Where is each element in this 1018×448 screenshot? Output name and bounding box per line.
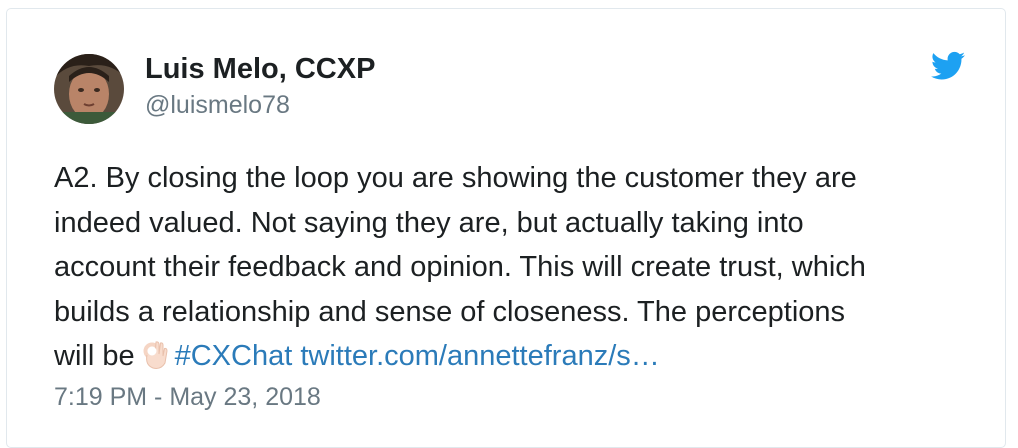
tweet-line: account their feedback and opinion. This… [54, 251, 866, 283]
tweet-line: builds a relationship and sense of close… [54, 295, 846, 328]
ok-hand-emoji-icon [143, 341, 168, 369]
hashtag-link[interactable]: #CXChat [175, 340, 293, 372]
tweet-card: Luis Melo, CCXP @luismelo78 A2. By closi… [6, 8, 1006, 448]
tweet-line-last: will be #CXChat twitter.com/annettefranz… [54, 334, 984, 379]
tweet-line: indeed valued. Not saying they are, but … [54, 206, 804, 239]
twitter-bird-icon[interactable] [931, 51, 965, 81]
avatar[interactable] [54, 54, 124, 124]
tweet-line: A2. By closing the loop you are showing … [54, 162, 857, 194]
avatar-image [54, 54, 124, 124]
author-handle[interactable]: @luismelo78 [145, 91, 290, 120]
tweet-text: A2. By closing the loop you are showing … [54, 156, 984, 379]
tweet-line-prefix: will be [54, 340, 135, 372]
tweet-url-link[interactable]: twitter.com/annettefranz/s… [300, 340, 659, 372]
author-name[interactable]: Luis Melo, CCXP [145, 53, 375, 86]
tweet-timestamp[interactable]: 7:19 PM - May 23, 2018 [54, 383, 321, 412]
